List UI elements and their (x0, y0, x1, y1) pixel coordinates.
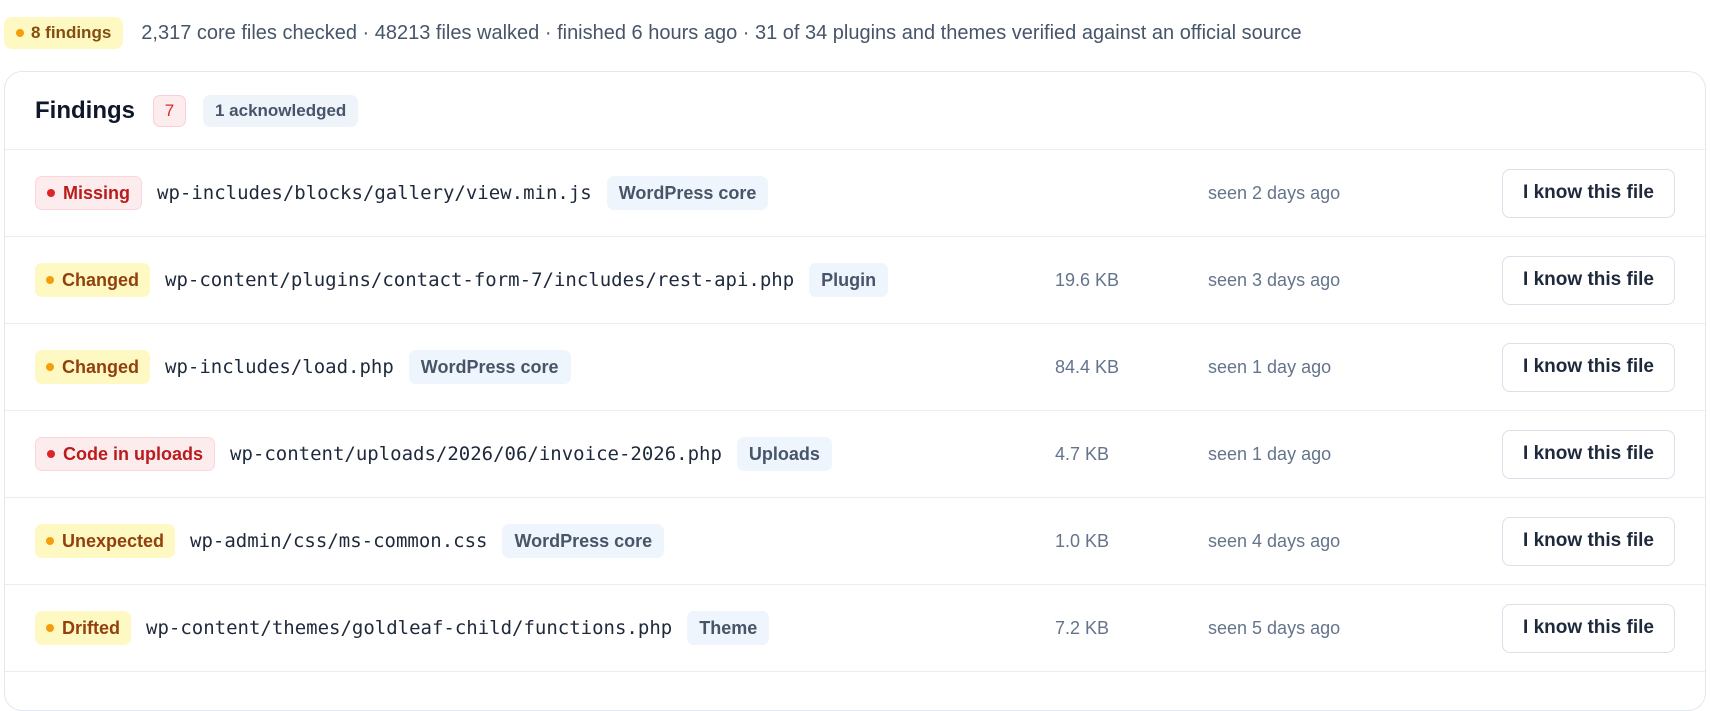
file-path: wp-admin/css/ms-common.css (190, 530, 488, 552)
seen-time: seen 3 days ago (1208, 269, 1341, 290)
seen-time: seen 1 day ago (1208, 443, 1332, 464)
status-label: Code in uploads (63, 443, 204, 464)
status-dot-icon (47, 450, 55, 458)
status-dot-icon (46, 537, 54, 545)
status-badge: Drifted (35, 611, 131, 645)
file-size: 4.7 KB (1055, 443, 1110, 464)
finding-row: Unexpected wp-admin/css/ms-common.css Wo… (5, 498, 1705, 585)
source-tag: WordPress core (502, 524, 665, 558)
findings-count-label: 8 findings (31, 23, 112, 42)
findings-count-badge: 8 findings (4, 17, 124, 49)
findings-card: Findings 7 1 acknowledged Missing wp-inc… (4, 71, 1706, 711)
file-size: 1.0 KB (1055, 530, 1110, 551)
findings-header: Findings 7 1 acknowledged (5, 72, 1705, 150)
seen-time: seen 5 days ago (1208, 617, 1341, 638)
seen-time: seen 4 days ago (1208, 530, 1341, 551)
file-path: wp-includes/blocks/gallery/view.min.js (157, 182, 592, 204)
status-badge: Changed (35, 263, 151, 297)
finding-row: Changed wp-content/plugins/contact-form-… (5, 237, 1705, 324)
status-dot-icon (46, 363, 54, 371)
acknowledged-badge: 1 acknowledged (202, 94, 359, 127)
status-label: Missing (63, 182, 131, 203)
file-size: 19.6 KB (1055, 269, 1120, 290)
status-label: Changed (62, 356, 140, 377)
acknowledge-file-button[interactable]: I know this file (1502, 342, 1675, 392)
findings-title: Findings (35, 96, 135, 124)
status-label: Drifted (62, 617, 120, 638)
status-dot-icon (16, 29, 24, 37)
seen-time: seen 2 days ago (1208, 182, 1341, 203)
status-label: Unexpected (62, 530, 165, 551)
finding-row: Drifted wp-content/themes/goldleaf-child… (5, 585, 1705, 672)
acknowledge-file-button[interactable]: I know this file (1502, 603, 1675, 653)
acknowledge-file-button[interactable]: I know this file (1502, 168, 1675, 218)
open-findings-count: 7 (152, 94, 186, 127)
file-path: wp-includes/load.php (165, 356, 394, 378)
status-badge: Code in uploads (35, 437, 216, 471)
status-badge: Missing (35, 176, 143, 210)
finding-row: Changed wp-includes/load.php WordPress c… (5, 324, 1705, 411)
source-tag: Theme (687, 611, 770, 645)
source-tag: Uploads (736, 437, 832, 471)
acknowledge-file-button[interactable]: I know this file (1502, 255, 1675, 305)
file-size: 7.2 KB (1055, 617, 1110, 638)
seen-time: seen 1 day ago (1208, 356, 1332, 377)
source-tag: WordPress core (408, 350, 571, 384)
file-size: 84.4 KB (1055, 356, 1120, 377)
scan-summary: 8 findings 2,317 core files checked · 48… (4, 16, 1302, 50)
status-dot-icon (46, 624, 54, 632)
acknowledge-file-button[interactable]: I know this file (1502, 429, 1675, 479)
source-tag: Plugin (809, 263, 889, 297)
status-badge: Changed (35, 350, 151, 384)
acknowledge-file-button[interactable]: I know this file (1502, 516, 1675, 566)
status-label: Changed (62, 269, 140, 290)
file-path: wp-content/uploads/2026/06/invoice-2026.… (230, 443, 722, 465)
file-path: wp-content/themes/goldleaf-child/functio… (146, 617, 673, 639)
finding-row: Code in uploads wp-content/uploads/2026/… (5, 411, 1705, 498)
scan-summary-text: 2,317 core files checked · 48213 files w… (141, 21, 1302, 44)
file-path: wp-content/plugins/contact-form-7/includ… (165, 269, 795, 291)
status-dot-icon (47, 189, 55, 197)
finding-row: Missing wp-includes/blocks/gallery/view.… (5, 150, 1705, 237)
source-tag: WordPress core (606, 176, 769, 210)
status-badge: Unexpected (35, 524, 176, 558)
status-dot-icon (46, 276, 54, 284)
